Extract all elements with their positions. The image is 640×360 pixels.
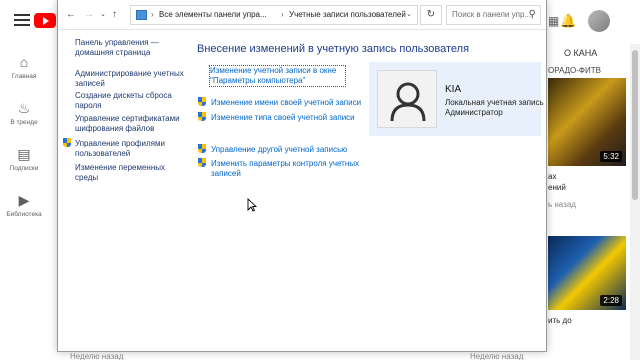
breadcrumb-all-items[interactable]: Все элементы панели упра... [159,10,267,19]
video-title-fragment[interactable]: ОРАДО-ФИТВ [548,66,601,75]
sidebar-item-label: Главная [11,73,37,80]
refresh-icon: ↻ [426,9,436,20]
uac-settings-link[interactable]: Изменить параметры контроля учетных запи… [211,159,361,179]
left-nav-user-profiles[interactable]: Управление профилями пользователей [75,139,190,159]
back-arrow-icon[interactable]: ← [66,9,76,21]
video-meta: Неделю назад [70,352,124,360]
user-account-type: Локальная учетная запись [445,98,544,107]
search-icon[interactable]: ⚲ [529,9,536,20]
chevron-down-icon[interactable]: ⌄ [406,10,412,18]
sidebar-item-subscriptions[interactable]: ▤ Подписки [0,146,48,172]
notifications-bell-icon[interactable]: 🔔 [560,13,576,29]
uac-shield-icon [198,112,207,122]
change-account-name-link[interactable]: Изменение имени своей учетной записи [211,98,361,108]
channel-section-label[interactable]: О КАНА [564,48,597,58]
sidebar-item-label: В тренде [10,119,38,126]
recent-locations-chevron-icon[interactable]: ⌄ [100,9,106,21]
subscriptions-icon: ▤ [17,146,31,162]
page-scrollbar[interactable] [630,44,640,360]
sidebar-item-home[interactable]: ⌂ Главная [0,54,48,80]
breadcrumb-user-accounts[interactable]: Учетные записи пользователей [289,10,406,19]
video-thumbnail[interactable]: 2:28 [548,236,626,310]
video-duration: 5:32 [600,151,622,162]
video-title[interactable]: ах [548,172,556,181]
left-nav-environment-variables[interactable]: Изменение переменных среды [75,163,190,183]
user-avatar [377,70,437,128]
library-icon: ▶ [18,192,30,208]
forward-arrow-icon[interactable]: → [84,9,94,21]
left-nav-password-reset-disk[interactable]: Создание дискеты сброса пароля [75,91,190,111]
sidebar-item-trending[interactable]: ♨ В тренде [0,100,48,126]
video-title[interactable]: ений [548,183,566,192]
left-nav-control-panel-home[interactable]: Панель управления — домашняя страница [75,38,190,58]
home-icon: ⌂ [19,54,29,70]
left-nav-manage-accounts[interactable]: Администрирование учетных записей [75,69,190,89]
uac-shield-icon [198,97,207,107]
refresh-button[interactable]: ↻ [420,5,442,25]
control-panel-icon [136,10,147,20]
video-meta: Неделю назад [470,352,524,360]
menu-icon[interactable] [14,14,30,26]
uac-shield-icon [198,158,207,168]
up-arrow-icon[interactable]: ↑ [112,9,117,21]
youtube-sidebar: ⌂ Главная ♨ В тренде ▤ Подписки ▶ Библио… [0,44,48,360]
breadcrumb-separator-icon[interactable]: › [281,10,284,19]
scrollbar-thumb[interactable] [632,50,638,200]
pc-settings-link[interactable]: Изменение учетной записи в окне "Парамет… [209,65,346,87]
sidebar-item-label: Библиотека [6,211,42,218]
video-meta: ь назад [548,200,576,209]
user-name: KIA [445,84,462,95]
address-bar-row: ← → ⌄ ↑ › Все элементы панели упра... › … [58,0,546,30]
address-bar[interactable]: › Все элементы панели упра... › Учетные … [130,5,418,25]
page-title: Внесение изменений в учетную запись поль… [197,43,470,55]
fire-icon: ♨ [17,100,31,116]
avatar[interactable] [588,10,610,32]
left-nav-file-encryption-certificates[interactable]: Управление сертификатами шифрования файл… [75,114,190,134]
mouse-cursor-icon [247,198,257,212]
user-account-panel: KIA Локальная учетная запись Администрат… [369,62,544,136]
video-duration: 2:28 [600,295,622,306]
search-placeholder: Поиск в панели упр... [452,10,532,19]
sidebar-item-label: Подписки [9,165,39,172]
user-role: Администратор [445,108,503,117]
breadcrumb-separator-icon[interactable]: › [151,10,154,19]
manage-another-account-link[interactable]: Управление другой учетной записью [211,145,347,155]
change-account-type-link[interactable]: Изменение типа своей учетной записи [211,113,355,123]
uac-shield-icon [198,144,207,154]
uac-shield-icon [63,138,72,148]
search-input[interactable]: Поиск в панели упр... ⚲ [446,5,541,25]
apps-icon[interactable]: ▦ [548,14,559,28]
video-title[interactable]: ить до [548,316,572,325]
sidebar-item-library[interactable]: ▶ Библиотека [0,192,48,218]
video-thumbnail[interactable]: 5:32 [548,78,626,166]
user-silhouette-icon [390,82,426,122]
youtube-logo-icon[interactable] [34,13,56,28]
control-panel-window: ← → ⌄ ↑ › Все элементы панели упра... › … [57,0,547,352]
